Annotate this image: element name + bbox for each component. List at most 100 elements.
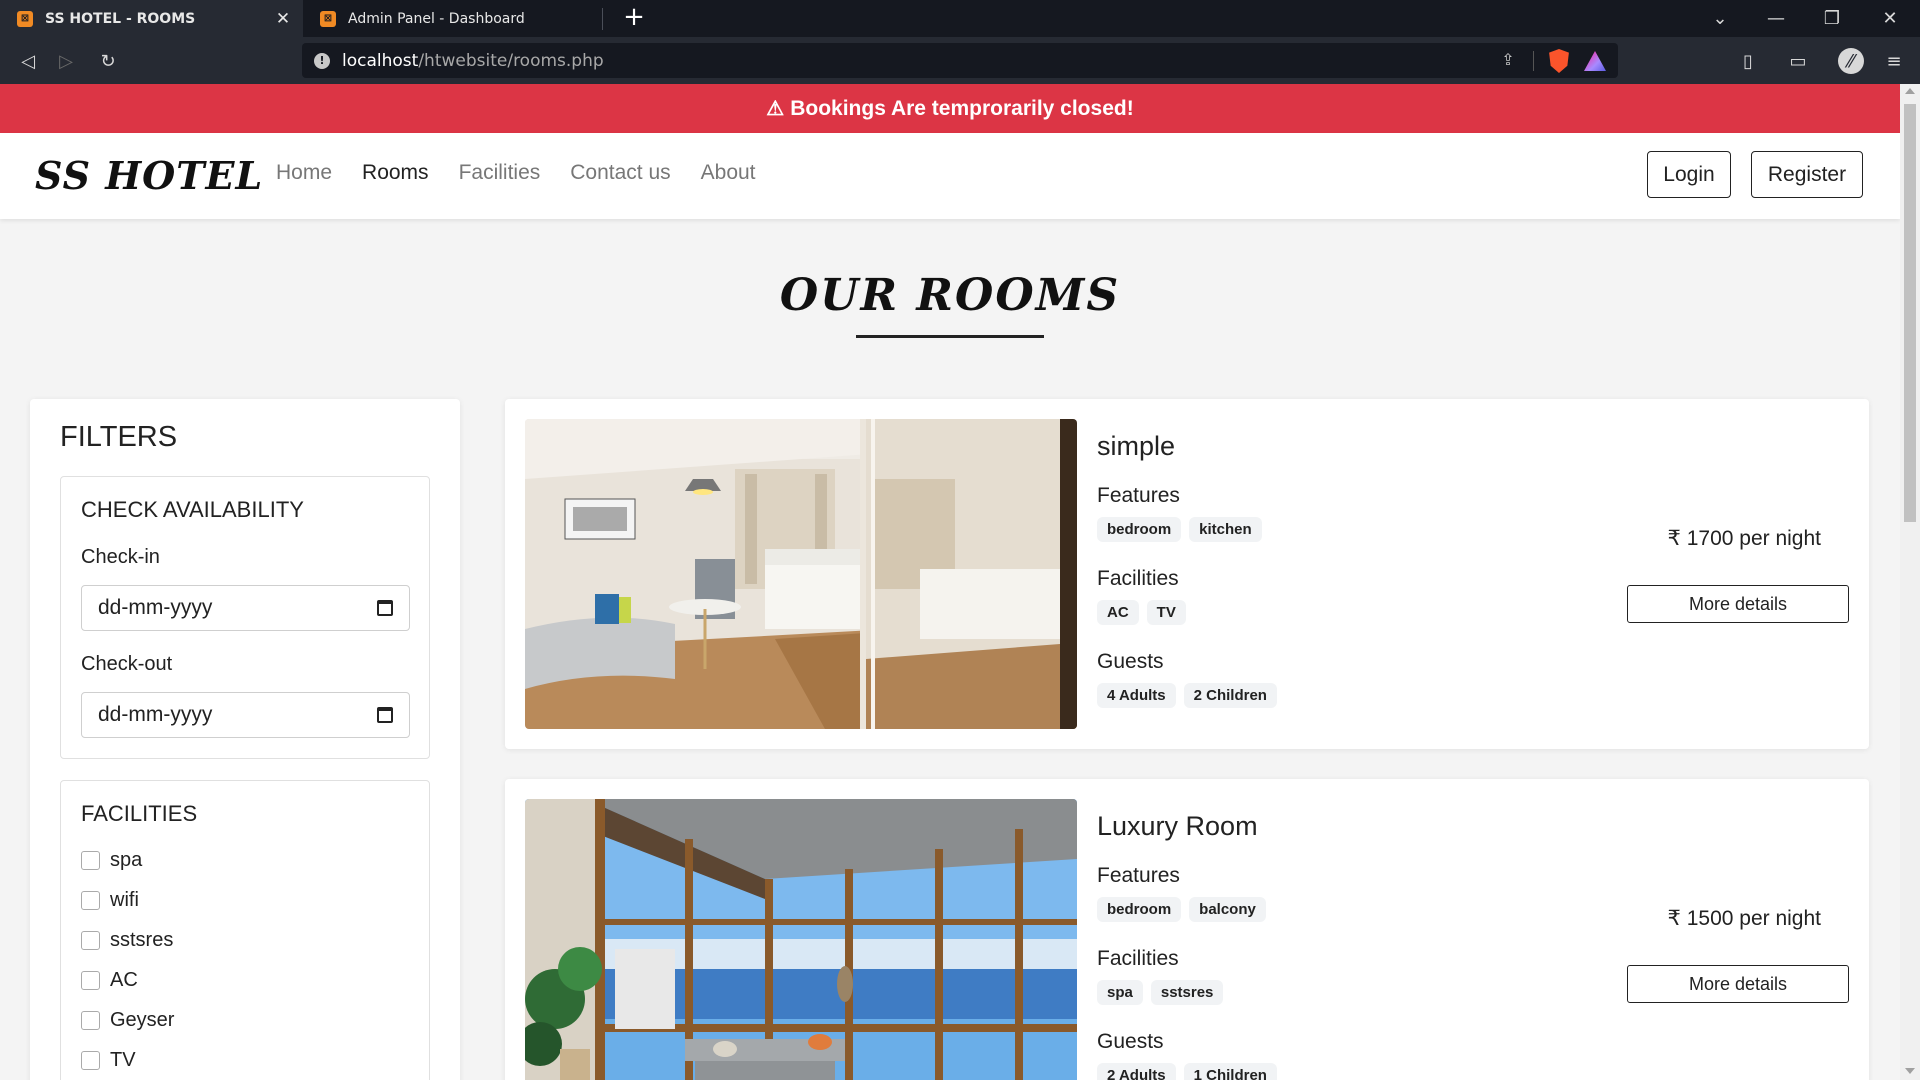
window-close-icon[interactable]: ✕ — [1862, 0, 1918, 37]
sidebar-toggle-icon[interactable]: ▯ — [1734, 47, 1762, 75]
browser-toolbar: ◁ ▷ ↻ ! localhost/htwebsite/rooms.php ⇪ … — [0, 37, 1920, 84]
login-button[interactable]: Login — [1647, 151, 1731, 198]
facility-option-tv[interactable]: TV — [81, 1049, 136, 1072]
room-image — [525, 799, 1077, 1080]
menu-icon[interactable]: ≡ — [1880, 47, 1908, 75]
page-title: OUR ROOMS — [779, 270, 1121, 321]
features-label: Features — [1097, 864, 1180, 887]
nav-link-about[interactable]: About — [701, 161, 756, 185]
checkbox[interactable] — [81, 891, 100, 910]
room-card: simple Features bedroom kitchen Faciliti… — [505, 399, 1869, 749]
facility-badge: TV — [1146, 600, 1186, 625]
tab-admin-panel[interactable]: ⊠ Admin Panel - Dashboard — [303, 0, 603, 37]
checkbox[interactable] — [81, 1011, 100, 1030]
checkout-placeholder: dd-mm-yyyy — [98, 703, 213, 726]
scroll-up-arrow-icon[interactable] — [1905, 88, 1915, 94]
site-info-icon[interactable]: ! — [314, 52, 330, 69]
calendar-icon[interactable] — [377, 707, 393, 723]
page-scrollbar[interactable] — [1900, 84, 1920, 1080]
facility-option-spa[interactable]: spa — [81, 849, 142, 872]
facilities-label: Facilities — [1097, 567, 1179, 590]
room-name: simple — [1097, 431, 1176, 461]
check-availability-title: CHECK AVAILABILITY — [81, 497, 304, 522]
checkbox[interactable] — [81, 971, 100, 990]
filters-title: FILTERS — [60, 421, 178, 453]
feature-badge: kitchen — [1189, 517, 1262, 542]
scroll-down-arrow-icon[interactable] — [1905, 1068, 1915, 1074]
room-price: ₹ 1500 per night — [1667, 907, 1821, 930]
register-button[interactable]: Register — [1751, 151, 1863, 198]
site-navbar: SS HOTEL Home Rooms Facilities Contact u… — [0, 133, 1900, 219]
feature-badge: balcony — [1189, 897, 1266, 922]
facility-option-geyser[interactable]: Geyser — [81, 1009, 174, 1032]
brave-shields-icon[interactable] — [1549, 49, 1569, 73]
room-photo-sunroom — [525, 799, 1077, 1080]
checkbox[interactable] — [81, 931, 100, 950]
nav-link-contact[interactable]: Contact us — [570, 161, 670, 185]
checkin-date-input[interactable]: dd-mm-yyyy — [81, 585, 410, 631]
bookings-closed-alert: ⚠ Bookings Are temprorarily closed! — [0, 84, 1900, 133]
web-page: ⚠ Bookings Are temprorarily closed! SS H… — [0, 84, 1900, 1080]
minimize-icon[interactable]: — — [1748, 0, 1804, 37]
restore-icon[interactable]: ❐ — [1804, 0, 1860, 37]
tab-title: SS HOTEL - ROOMS — [45, 10, 196, 27]
checkbox[interactable] — [81, 851, 100, 870]
brand-logo[interactable]: SS HOTEL — [35, 153, 263, 198]
tab-ss-hotel-rooms[interactable]: ⊠ SS HOTEL - ROOMS ✕ — [0, 0, 303, 37]
facility-option-label: Geyser — [110, 1009, 175, 1031]
nav-link-home[interactable]: Home — [276, 161, 332, 185]
guests-label: Guests — [1097, 650, 1164, 673]
feature-badge: bedroom — [1097, 897, 1182, 922]
features-badges: bedroom balcony — [1097, 897, 1266, 922]
facility-option-wifi[interactable]: wifi — [81, 889, 139, 912]
facilities-filter-title: FACILITIES — [81, 801, 198, 826]
alert-text: Bookings Are temprorarily closed! — [790, 96, 1134, 120]
title-underline — [856, 335, 1044, 338]
facilities-badges: spa sstsres — [1097, 980, 1224, 1005]
address-bar[interactable]: ! localhost/htwebsite/rooms.php ⇪ — [302, 43, 1618, 78]
brave-rewards-icon[interactable] — [1584, 51, 1606, 71]
guest-badge: 2 Adults — [1097, 1063, 1176, 1080]
profile-avatar[interactable]: ⁄⁄ — [1838, 48, 1864, 74]
facility-option-label: wifi — [110, 889, 139, 911]
url-host: localhost — [342, 50, 419, 71]
room-name: Luxury Room — [1097, 811, 1258, 841]
checkout-date-input[interactable]: dd-mm-yyyy — [81, 692, 410, 738]
tab-list-chevron-icon[interactable]: ⌄ — [1692, 0, 1748, 37]
scroll-thumb[interactable] — [1904, 104, 1916, 522]
nav-link-rooms[interactable]: Rooms — [362, 161, 429, 185]
check-availability-box: CHECK AVAILABILITY Check-in dd-mm-yyyy C… — [60, 476, 430, 759]
features-badges: bedroom kitchen — [1097, 517, 1262, 542]
guest-badge: 1 Children — [1183, 1063, 1277, 1080]
guests-badges: 4 Adults 2 Children — [1097, 683, 1277, 708]
new-tab-plus-icon[interactable]: + — [620, 4, 648, 32]
more-details-button[interactable]: More details — [1627, 585, 1849, 623]
facility-option-label: AC — [110, 969, 138, 991]
facility-badge: sstsres — [1150, 980, 1224, 1005]
xampp-favicon-icon: ⊠ — [17, 10, 33, 27]
close-icon[interactable]: ✕ — [273, 9, 293, 29]
facility-option-ac[interactable]: AC — [81, 969, 138, 992]
share-icon[interactable]: ⇪ — [1497, 50, 1519, 72]
forward-arrow-icon[interactable]: ▷ — [52, 47, 80, 75]
reload-icon[interactable]: ↻ — [94, 47, 122, 75]
checkin-label: Check-in — [81, 546, 160, 568]
nav-link-facilities[interactable]: Facilities — [459, 161, 541, 185]
back-arrow-icon[interactable]: ◁ — [14, 47, 42, 75]
facility-option-label: sstsres — [110, 929, 174, 951]
checkbox[interactable] — [81, 1051, 100, 1070]
guest-badge: 2 Children — [1183, 683, 1277, 708]
wallet-icon[interactable]: ▭ — [1784, 47, 1812, 75]
checkout-label: Check-out — [81, 653, 173, 675]
room-price: ₹ 1700 per night — [1667, 527, 1821, 550]
features-label: Features — [1097, 484, 1180, 507]
facility-option-label: TV — [110, 1049, 136, 1071]
guests-badges: 2 Adults 1 Children — [1097, 1063, 1277, 1080]
tab-title: Admin Panel - Dashboard — [348, 10, 525, 27]
browser-tab-bar: ⊠ SS HOTEL - ROOMS ✕ ⊠ Admin Panel - Das… — [0, 0, 1920, 37]
filters-panel: FILTERS CHECK AVAILABILITY Check-in dd-m… — [30, 399, 460, 1080]
facility-option-sstsres[interactable]: sstsres — [81, 929, 173, 952]
calendar-icon[interactable] — [377, 600, 393, 616]
facility-option-label: spa — [110, 849, 143, 871]
more-details-button[interactable]: More details — [1627, 965, 1849, 1003]
